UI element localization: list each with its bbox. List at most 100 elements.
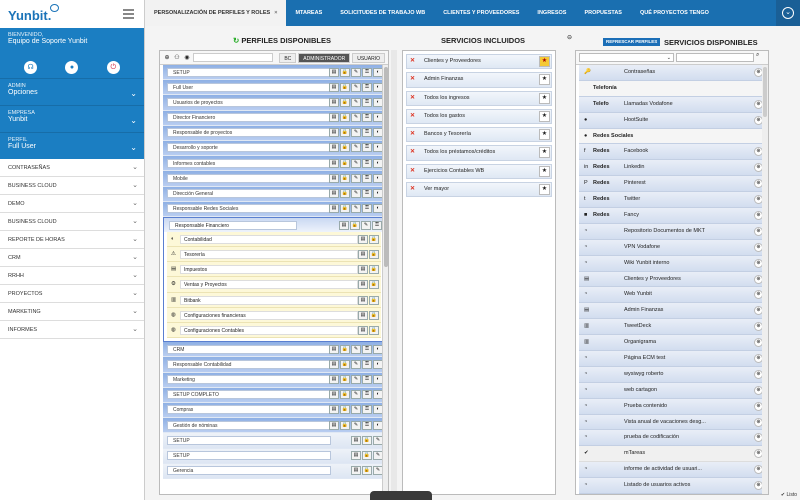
admin-selector[interactable]: ADMIN Opciones ⌄: [0, 78, 144, 105]
available-service-row[interactable]: ◔ Página ECM test ⊕: [579, 351, 765, 367]
row-action-icon[interactable]: ⚿: [362, 359, 372, 369]
tab-0[interactable]: PERSONALIZACIÓN DE PERFILES Y ROLES ×: [145, 0, 287, 26]
row-action-icon[interactable]: ⚿: [362, 82, 372, 92]
row-action-icon[interactable]: 🔒: [340, 113, 350, 123]
available-service-row[interactable]: ◔ VPN Vodafone ⊕: [579, 239, 765, 256]
profile-service-row[interactable]: ▤ Impuestos ▤ 🔒: [167, 262, 381, 278]
menu-toggle-icon[interactable]: [123, 9, 134, 21]
profile-service-row[interactable]: ⚙ Ventas y Proyectos ▤ 🔒: [167, 277, 381, 293]
refresh-icon[interactable]: ↻: [233, 36, 239, 45]
star-icon[interactable]: ★: [539, 147, 550, 159]
row-action-icon[interactable]: ▤: [329, 113, 339, 123]
row-action-icon[interactable]: 🔒: [362, 435, 372, 445]
search-icon[interactable]: ⌕: [756, 52, 759, 59]
category-select[interactable]: ⌄: [579, 53, 674, 62]
included-service-row[interactable]: ✕ Admin Finanzas ★: [406, 72, 552, 88]
included-service-row[interactable]: ✕ Ver mayor ★: [406, 182, 552, 198]
collapse-icon[interactable]: ⊖: [567, 34, 572, 41]
row-action-icon[interactable]: ▤: [329, 128, 339, 138]
row-action-icon[interactable]: ⚿: [362, 390, 372, 400]
row-action-icon[interactable]: 🔒: [340, 344, 350, 354]
row-action-icon[interactable]: ▤: [358, 310, 368, 320]
disponibles-scrollbar[interactable]: [762, 65, 768, 494]
tabs-dropdown-button[interactable]: ⌄: [776, 0, 800, 26]
row-action-icon[interactable]: ⚿: [362, 173, 372, 183]
profile-row[interactable]: Gerencia ▤ 🔒 ✎: [163, 463, 385, 479]
tab-6[interactable]: QUÉ PROYECTOS TENGO: [631, 0, 718, 26]
row-action-icon[interactable]: 🔒: [340, 82, 350, 92]
profile-row[interactable]: SETUP ▤ 🔒 ✎: [163, 433, 385, 449]
profile-row[interactable]: Director Financiero ▤ 🔒 ✎ ⚿ ◐: [163, 110, 385, 126]
row-action-icon[interactable]: ⚿: [362, 344, 372, 354]
filter-bc-button[interactable]: BC: [279, 52, 297, 63]
profile-service-row[interactable]: ◍ Configuraciones financieras ▤ 🔒: [167, 307, 381, 323]
row-action-icon[interactable]: ▤: [358, 234, 368, 244]
sidebar-item[interactable]: BUSINESS CLOUD ⌄: [0, 213, 144, 231]
row-action-icon[interactable]: 🔒: [340, 390, 350, 400]
user-add-icon[interactable]: ⚇: [173, 54, 181, 62]
row-action-icon[interactable]: ▤: [329, 189, 339, 198]
row-action-icon[interactable]: ⚿: [362, 143, 372, 153]
available-service-row[interactable]: Telefo Llamadas Vodafone ⊕: [579, 96, 765, 113]
available-service-row[interactable]: 🔑 Contraseñas ⊕: [579, 65, 765, 81]
row-action-icon[interactable]: ✎: [351, 97, 361, 107]
row-action-icon[interactable]: ✎: [351, 128, 361, 138]
column-splitter[interactable]: [391, 50, 397, 495]
remove-icon[interactable]: ✕: [410, 73, 415, 86]
sidebar-item[interactable]: CRM ⌄: [0, 249, 144, 267]
row-action-icon[interactable]: ▤: [351, 435, 361, 445]
row-action-icon[interactable]: ✎: [351, 189, 361, 198]
row-action-icon[interactable]: ✎: [351, 67, 361, 77]
row-action-icon[interactable]: ✎: [351, 82, 361, 92]
remove-icon[interactable]: ✕: [410, 146, 415, 159]
available-service-row[interactable]: ◔ Listado de usuarios activos ⊕: [579, 478, 765, 494]
profile-service-row[interactable]: ⚠ Tesorería ▤ 🔒: [167, 247, 381, 263]
row-action-icon[interactable]: ▤: [339, 220, 349, 230]
profile-row[interactable]: SETUP COMPLETO ▤ 🔒 ✎ ⚿ ◐: [163, 387, 385, 403]
star-icon[interactable]: ★: [539, 92, 550, 104]
profile-row[interactable]: Gestión de nóminas ▤ 🔒 ✎ ⚿ ◐: [163, 418, 385, 434]
row-action-icon[interactable]: ▤: [329, 82, 339, 92]
row-action-icon[interactable]: ⚿: [362, 97, 372, 107]
bottom-dock-handle[interactable]: [370, 491, 432, 500]
row-action-icon[interactable]: ⚿: [362, 128, 372, 138]
available-service-row[interactable]: f Redes Facebook ⊕: [579, 144, 765, 161]
row-action-icon[interactable]: ✎: [351, 405, 361, 415]
available-service-row[interactable]: ● HootSuite ⊕: [579, 112, 765, 129]
row-action-icon[interactable]: ⚿: [362, 189, 372, 198]
available-service-row[interactable]: ◔ Repositorio Documentos de MKT ⊕: [579, 223, 765, 240]
row-action-icon[interactable]: ▤: [329, 390, 339, 400]
row-action-icon[interactable]: ✎: [351, 113, 361, 123]
profile-row[interactable]: Informes contables ▤ 🔒 ✎ ⚿ ◐: [163, 156, 385, 172]
row-action-icon[interactable]: 🔒: [340, 97, 350, 107]
row-action-icon[interactable]: ⚿: [362, 158, 372, 168]
profile-row[interactable]: Responsable Contabilidad ▤ 🔒 ✎ ⚿ ◐: [163, 357, 385, 373]
row-action-icon[interactable]: 🔒: [369, 310, 379, 320]
included-service-row[interactable]: ✕ Ejercicios Contables WB ★: [406, 163, 552, 180]
row-action-icon[interactable]: 🔒: [340, 143, 350, 153]
star-icon[interactable]: ★: [539, 74, 550, 86]
row-action-icon[interactable]: ✎: [351, 173, 361, 183]
tab-5[interactable]: PROPUESTAS: [575, 0, 631, 26]
row-action-icon[interactable]: ▤: [329, 375, 339, 385]
add-profile-icon[interactable]: ⊕: [163, 54, 171, 62]
profile-service-row[interactable]: ◐ Contabilidad ▤ 🔒: [167, 231, 381, 248]
row-action-icon[interactable]: 🔒: [340, 158, 350, 168]
row-action-icon[interactable]: ✎: [351, 158, 361, 168]
profile-row[interactable]: Marketing ▤ 🔒 ✎ ⚿ ◐: [163, 372, 385, 388]
included-service-row[interactable]: ✕ Todos los gastos ★: [406, 108, 552, 125]
row-action-icon[interactable]: ▤: [329, 359, 339, 369]
row-action-icon[interactable]: ▤: [329, 344, 339, 354]
logout-icon[interactable]: ⏻: [106, 60, 120, 74]
row-action-icon[interactable]: 🔒: [369, 326, 379, 335]
available-service-row[interactable]: ◔ Vista anual de vacaciones desg... ⊕: [579, 414, 765, 431]
row-action-icon[interactable]: ✎: [351, 143, 361, 153]
row-action-icon[interactable]: ▤: [351, 451, 361, 460]
star-icon[interactable]: ★: [539, 56, 550, 67]
sidebar-item[interactable]: INFORMES ⌄: [0, 321, 144, 339]
row-action-icon[interactable]: 🔒: [340, 359, 350, 369]
row-action-icon[interactable]: ▤: [329, 158, 339, 168]
perfiles-scrollbar[interactable]: [382, 65, 388, 494]
row-action-icon[interactable]: ▤: [358, 265, 368, 275]
available-service-row[interactable]: ▤ Admin Finanzas ⊕: [579, 303, 765, 320]
